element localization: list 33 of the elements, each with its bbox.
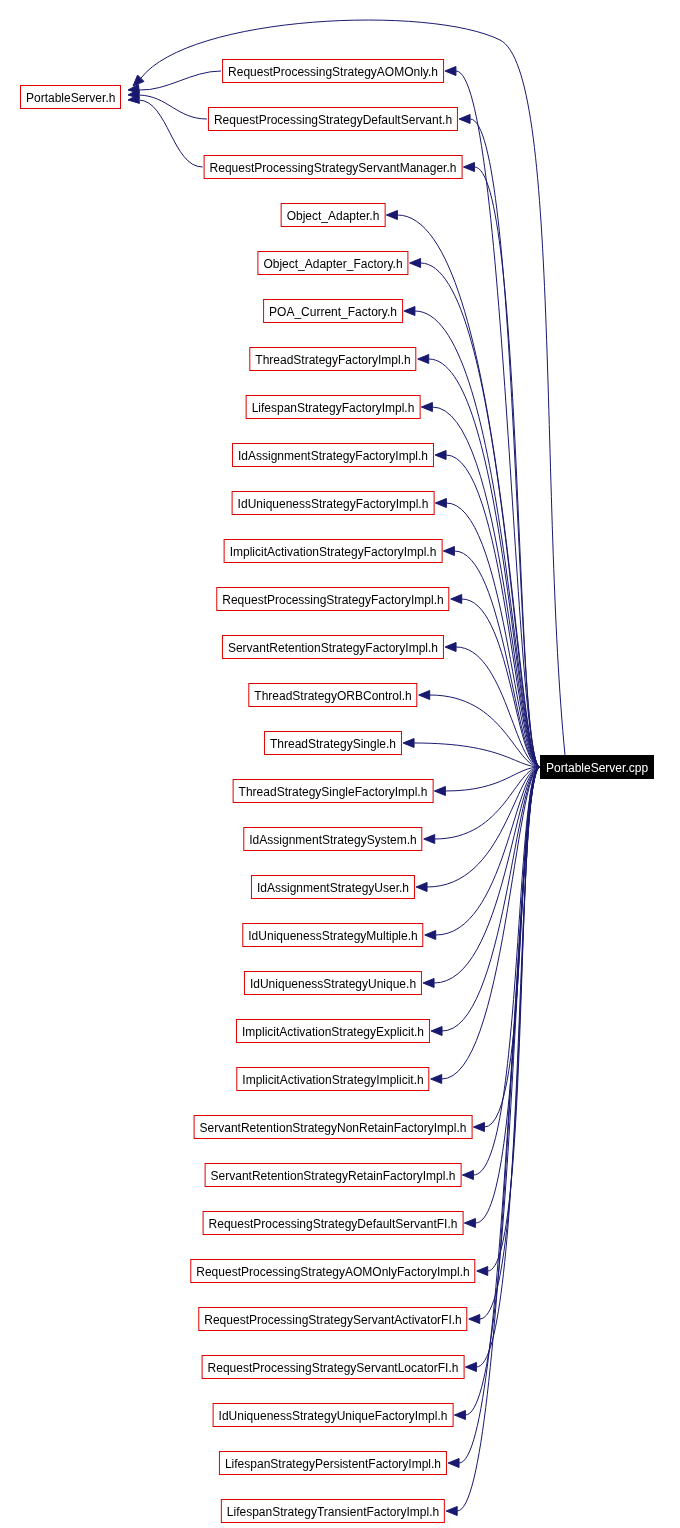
file-node[interactable]: RequestProcessingStrategyAOMOnlyFactoryImpl.h [190,1259,476,1283]
file-node[interactable]: ImplicitActivationStrategyExplicit.h [235,1019,431,1043]
file-node: PortableServer.cpp [540,755,655,779]
file-node[interactable]: LifespanStrategyFactoryImpl.h [245,395,421,419]
file-node[interactable]: RequestProcessingStrategyDefaultServant.h [207,107,459,131]
file-node[interactable]: ImplicitActivationStrategyFactoryImpl.h [223,539,443,563]
file-node[interactable]: ThreadStrategySingle.h [263,731,403,755]
file-node[interactable]: ImplicitActivationStrategyImplicit.h [236,1067,430,1091]
file-node[interactable]: PortableServer.h [20,85,122,109]
file-node[interactable]: RequestProcessingStrategyServantLocatorFI.h [201,1355,465,1379]
file-node[interactable]: Object_Adapter.h [280,203,386,227]
file-node[interactable]: ThreadStrategyFactoryImpl.h [249,347,417,371]
file-node[interactable]: IdUniquenessStrategyMultiple.h [242,923,424,947]
file-node[interactable]: RequestProcessingStrategyServantManager.h [203,155,463,179]
file-node[interactable]: IdUniquenessStrategyUniqueFactoryImpl.h [212,1403,454,1427]
file-node[interactable]: Object_Adapter_Factory.h [257,251,409,275]
file-node[interactable]: LifespanStrategyPersistentFactoryImpl.h [218,1451,448,1475]
file-node[interactable]: RequestProcessingStrategyServantActivatorFI.h [198,1307,468,1331]
file-node[interactable]: IdAssignmentStrategyFactoryImpl.h [231,443,435,467]
file-node[interactable]: ServantRetentionStrategyRetainFactoryImpl.h [204,1163,462,1187]
file-node[interactable]: IdUniquenessStrategyUnique.h [243,971,423,995]
file-node[interactable]: ServantRetentionStrategyFactoryImpl.h [221,635,445,659]
file-node[interactable]: RequestProcessingStrategyFactoryImpl.h [216,587,450,611]
file-node[interactable]: IdAssignmentStrategySystem.h [243,827,423,851]
file-node[interactable]: IdUniquenessStrategyFactoryImpl.h [231,491,435,515]
file-node[interactable]: POA_Current_Factory.h [263,299,403,323]
file-node[interactable]: LifespanStrategyTransientFactoryImpl.h [220,1499,446,1523]
file-node[interactable]: RequestProcessingStrategyAOMOnly.h [222,59,444,83]
file-node[interactable]: ThreadStrategyORBControl.h [248,683,418,707]
file-node[interactable]: RequestProcessingStrategyDefaultServantFI.h [202,1211,464,1235]
file-node[interactable]: IdAssignmentStrategyUser.h [250,875,416,899]
file-node[interactable]: ThreadStrategySingleFactoryImpl.h [232,779,434,803]
file-node[interactable]: ServantRetentionStrategyNonRetainFactoryImpl.h [193,1115,473,1139]
